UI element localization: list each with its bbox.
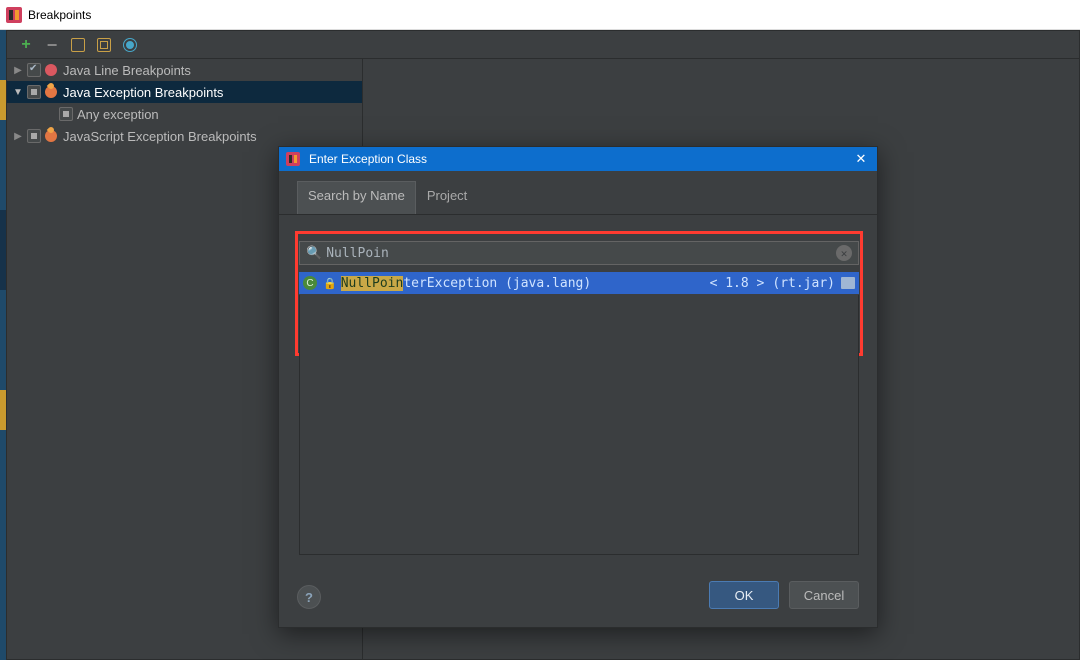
circle-icon (123, 38, 137, 52)
minus-icon: − (47, 36, 58, 54)
ok-button[interactable]: OK (709, 581, 779, 609)
tree-group-label: JavaScript Exception Breakpoints (63, 129, 257, 144)
result-jdk: < 1.8 > (710, 276, 765, 291)
app-icon (6, 7, 22, 23)
search-value: NullPoin (326, 246, 836, 261)
tree-group-java-exception[interactable]: ▼ Java Exception Breakpoints (7, 81, 362, 103)
result-package: (java.lang) (497, 276, 591, 291)
results-list[interactable] (299, 295, 859, 555)
exception-breakpoint-icon (45, 86, 57, 98)
tree-group-label: Java Line Breakpoints (63, 63, 191, 78)
square-icon (71, 38, 85, 52)
clear-search-icon[interactable]: ✕ (836, 245, 852, 261)
app-icon (285, 151, 301, 167)
close-icon[interactable]: ✕ (851, 151, 871, 167)
tree-group-label: Java Exception Breakpoints (63, 85, 223, 100)
group-by-file-button[interactable] (69, 36, 87, 54)
enter-exception-class-dialog: Enter Exception Class ✕ Search by Name P… (278, 146, 878, 628)
plus-icon: + (21, 37, 30, 53)
class-type-icon: C (303, 276, 317, 290)
result-highlighted: NullPoin (341, 276, 404, 291)
window-titlebar: Breakpoints (0, 0, 1080, 30)
result-rest: terException (403, 276, 497, 291)
group-checkbox[interactable] (27, 85, 41, 99)
group-checkbox[interactable] (27, 129, 41, 143)
expand-arrow-down-icon[interactable]: ▼ (13, 87, 23, 98)
tree-group-java-line[interactable]: ▶ Java Line Breakpoints (7, 59, 362, 81)
expand-arrow-right-icon[interactable]: ▶ (13, 65, 23, 76)
line-breakpoint-icon (45, 64, 57, 76)
class-search-input[interactable]: 🔍 NullPoin ✕ (299, 241, 859, 265)
dialog-titlebar[interactable]: Enter Exception Class ✕ (279, 147, 877, 171)
group-checkbox[interactable] (27, 63, 41, 77)
tab-project[interactable]: Project (416, 181, 478, 214)
tree-item-label: Any exception (77, 107, 159, 122)
search-icon: 🔍 (306, 246, 322, 261)
result-jar: (rt.jar) (772, 276, 835, 291)
tab-search-by-name[interactable]: Search by Name (297, 181, 416, 214)
dialog-buttons: OK Cancel (709, 581, 859, 609)
dialog-title: Enter Exception Class (309, 152, 851, 166)
square-inner-icon (97, 38, 111, 52)
class-result-row[interactable]: C 🔒 NullPointerException (java.lang) < 1… (299, 272, 859, 294)
cancel-button[interactable]: Cancel (789, 581, 859, 609)
tree-group-js-exception[interactable]: ▶ JavaScript Exception Breakpoints (7, 125, 362, 147)
window-title: Breakpoints (28, 8, 91, 22)
toggle-button[interactable] (121, 36, 139, 54)
breakpoints-toolbar: + − (7, 31, 1079, 59)
expand-arrow-right-icon[interactable]: ▶ (13, 131, 23, 142)
library-icon (841, 277, 855, 289)
add-breakpoint-button[interactable]: + (17, 36, 35, 54)
item-checkbox[interactable] (59, 107, 73, 121)
remove-breakpoint-button[interactable]: − (43, 36, 61, 54)
tree-item-any-exception[interactable]: Any exception (7, 103, 362, 125)
lock-icon: 🔒 (323, 277, 337, 290)
exception-breakpoint-icon (45, 130, 57, 142)
dialog-tabs: Search by Name Project (279, 171, 877, 215)
help-button[interactable]: ? (297, 585, 321, 609)
group-by-package-button[interactable] (95, 36, 113, 54)
